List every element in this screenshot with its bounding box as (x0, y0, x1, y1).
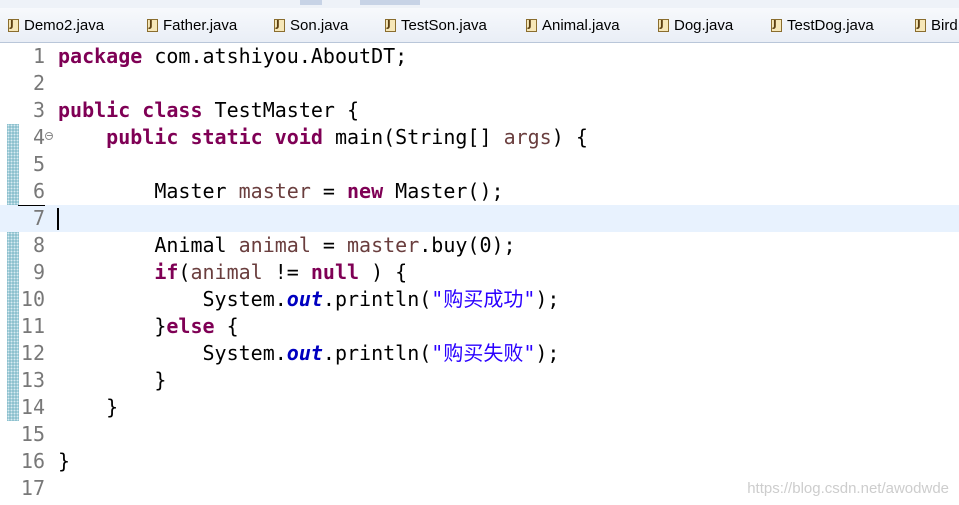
text-caret (57, 208, 59, 230)
code-line: 5 (0, 151, 959, 178)
line-number: 10 (20, 287, 45, 311)
line-code: System.out.println("购买失败"); (202, 341, 560, 365)
code-editor[interactable]: 1 package com.atshiyou.AboutDT; 2 3 publ… (0, 43, 959, 505)
line-code: if(animal != null ) { (154, 260, 408, 284)
line-number: 2 (32, 71, 45, 95)
line-code: package com.atshiyou.AboutDT; (58, 44, 408, 68)
line-number: 4 (32, 125, 45, 149)
tab-testson[interactable]: TestSon.java (385, 8, 487, 42)
line-number: 12 (20, 341, 45, 365)
line-number: 3 (32, 98, 45, 122)
code-line: 16 } (0, 448, 959, 475)
code-line: 4 − public static void main(String[] arg… (0, 124, 959, 151)
tab-testdog[interactable]: TestDog.java (771, 8, 874, 42)
line-number: 11 (20, 314, 45, 338)
tab-label: Animal.java (542, 16, 620, 34)
code-line: 12 System.out.println("购买失败"); (0, 340, 959, 367)
code-line: 6 Master master = new Master(); (0, 178, 959, 205)
code-line: 3 public class TestMaster { (0, 97, 959, 124)
line-code: Master master = new Master(); (154, 179, 504, 203)
current-code-line: 7 (0, 205, 959, 232)
tab-demo2[interactable]: Demo2.java (8, 8, 104, 42)
line-code: } (106, 395, 119, 419)
java-file-icon (915, 18, 926, 32)
tab-bird[interactable]: Bird (915, 8, 958, 42)
code-line: 11 }else { (0, 313, 959, 340)
java-file-icon (658, 18, 669, 32)
line-number: 7 (32, 206, 45, 230)
fold-collapse-icon[interactable]: − (45, 132, 53, 140)
line-code: }else { (154, 314, 239, 338)
tab-son[interactable]: Son.java (274, 8, 348, 42)
line-code: Animal animal = master.buy(0); (154, 233, 516, 257)
line-code: System.out.println("购买成功"); (202, 287, 560, 311)
tab-label: Demo2.java (24, 16, 105, 34)
line-number: 16 (20, 449, 45, 473)
tab-animal[interactable]: Animal.java (526, 8, 620, 42)
java-file-icon (274, 18, 285, 32)
code-line: 1 package com.atshiyou.AboutDT; (0, 43, 959, 70)
line-code: } (58, 449, 71, 473)
line-code: public static void main(String[] args) { (106, 125, 588, 149)
tab-label: Father.java (163, 16, 238, 34)
line-number: 1 (32, 44, 45, 68)
line-number: 17 (20, 476, 45, 500)
code-line: 15 (0, 421, 959, 448)
java-file-icon (385, 18, 396, 32)
line-number: 6 (32, 179, 45, 203)
watermark: https://blog.csdn.net/awodwde (747, 480, 949, 497)
code-line: 2 (0, 70, 959, 97)
code-line: 13 } (0, 367, 959, 394)
java-file-icon (8, 18, 19, 32)
java-file-icon (771, 18, 782, 32)
line-number: 14 (20, 395, 45, 419)
tab-label: Bird (931, 16, 958, 34)
code-line: 10 System.out.println("购买成功"); (0, 286, 959, 313)
toolbar-strip (0, 0, 959, 8)
tab-label: TestDog.java (787, 16, 874, 34)
line-number: 15 (20, 422, 45, 446)
code-line: 14 } (0, 394, 959, 421)
code-line: 9 if(animal != null ) { (0, 259, 959, 286)
line-number: 5 (32, 152, 45, 176)
line-code: } (154, 368, 167, 392)
tab-label: Dog.java (674, 16, 734, 34)
tab-label: Son.java (290, 16, 349, 34)
tab-label: TestSon.java (401, 16, 487, 34)
java-file-icon (526, 18, 537, 32)
tab-dog[interactable]: Dog.java (658, 8, 733, 42)
java-file-icon (147, 18, 158, 32)
line-number: 8 (32, 233, 45, 257)
editor-tab-bar: Demo2.java Father.java Son.java TestSon.… (0, 8, 959, 43)
line-code: public class TestMaster { (58, 98, 360, 122)
code-line: 8 Animal animal = master.buy(0); (0, 232, 959, 259)
tab-father[interactable]: Father.java (147, 8, 237, 42)
line-number: 9 (32, 260, 45, 284)
line-number: 13 (20, 368, 45, 392)
